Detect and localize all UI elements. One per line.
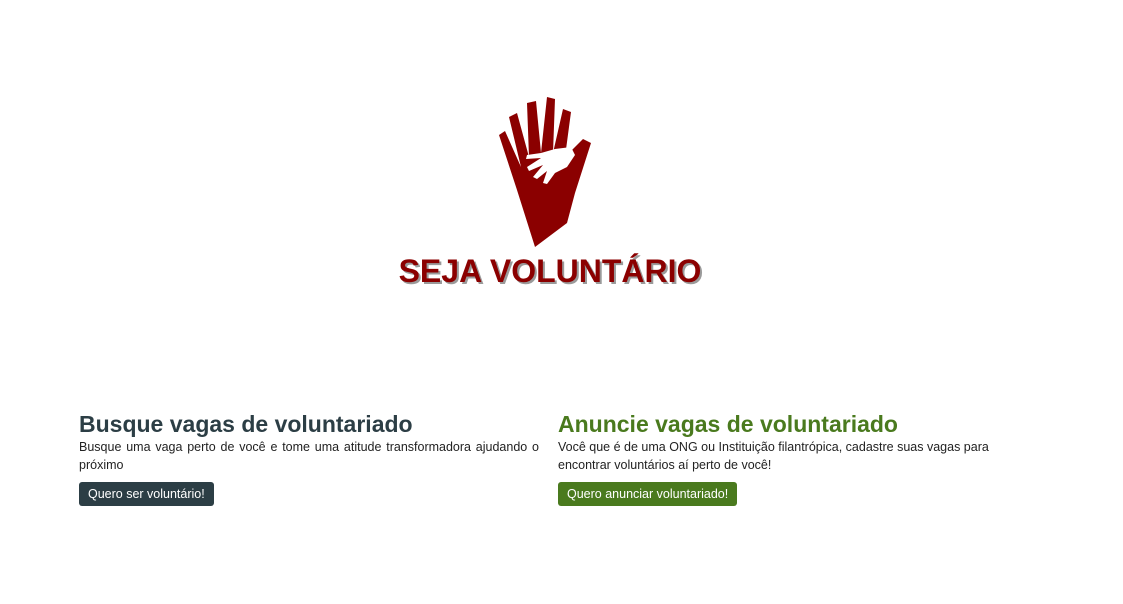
page: SEJA VOLUNTÁRIO Busque vagas de voluntar… xyxy=(0,0,1123,604)
volunteer-title: Busque vagas de voluntariado xyxy=(79,411,413,437)
organization-section: Anuncie vagas de voluntariado Você que é… xyxy=(558,410,1018,506)
logo: SEJA VOLUNTÁRIO xyxy=(380,95,720,295)
volunteer-description: Busque uma vaga perto de você e tome uma… xyxy=(79,440,539,472)
logo-text: SEJA VOLUNTÁRIO xyxy=(398,253,702,289)
announce-button[interactable]: Quero anunciar voluntariado! xyxy=(558,482,738,506)
volunteer-section: Busque vagas de voluntariado Busque uma … xyxy=(79,410,539,506)
volunteer-button[interactable]: Quero ser voluntário! xyxy=(79,482,214,506)
organization-title: Anuncie vagas de voluntariado xyxy=(558,411,898,437)
helping-hands-icon xyxy=(499,97,591,247)
organization-description: Você que é de uma ONG ou Instituição fil… xyxy=(558,440,989,472)
